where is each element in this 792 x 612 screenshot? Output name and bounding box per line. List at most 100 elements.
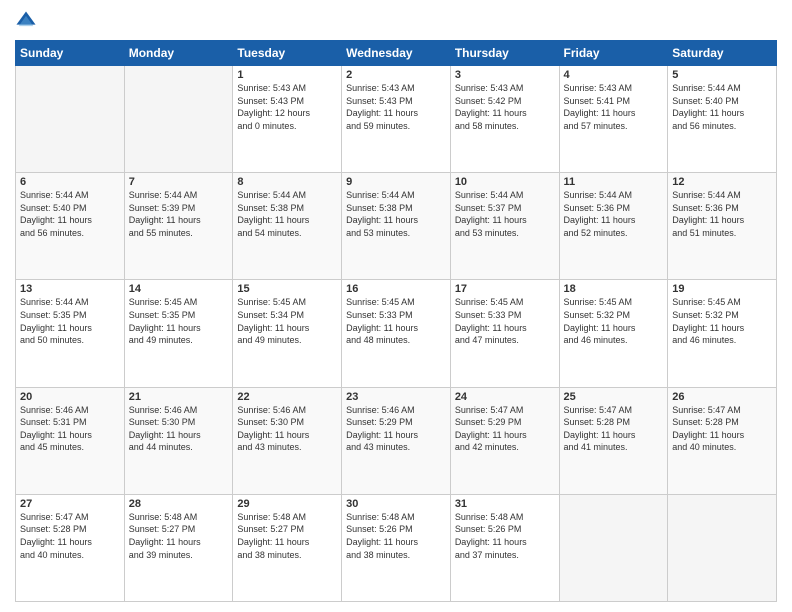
calendar-cell: 29Sunrise: 5:48 AM Sunset: 5:27 PM Dayli…	[233, 494, 342, 601]
day-number: 11	[564, 176, 664, 188]
calendar-cell	[124, 66, 233, 173]
day-number: 20	[20, 391, 120, 403]
day-info: Sunrise: 5:44 AM Sunset: 5:38 PM Dayligh…	[346, 189, 446, 239]
day-info: Sunrise: 5:45 AM Sunset: 5:34 PM Dayligh…	[237, 296, 337, 346]
logo-icon	[15, 10, 37, 32]
day-info: Sunrise: 5:44 AM Sunset: 5:36 PM Dayligh…	[564, 189, 664, 239]
day-info: Sunrise: 5:45 AM Sunset: 5:35 PM Dayligh…	[129, 296, 229, 346]
header-row: SundayMondayTuesdayWednesdayThursdayFrid…	[16, 41, 777, 66]
calendar-cell: 7Sunrise: 5:44 AM Sunset: 5:39 PM Daylig…	[124, 173, 233, 280]
day-number: 25	[564, 391, 664, 403]
calendar-cell: 1Sunrise: 5:43 AM Sunset: 5:43 PM Daylig…	[233, 66, 342, 173]
day-number: 16	[346, 283, 446, 295]
logo	[15, 10, 41, 32]
calendar-cell: 19Sunrise: 5:45 AM Sunset: 5:32 PM Dayli…	[668, 280, 777, 387]
day-number: 1	[237, 69, 337, 81]
day-info: Sunrise: 5:44 AM Sunset: 5:38 PM Dayligh…	[237, 189, 337, 239]
calendar-cell: 18Sunrise: 5:45 AM Sunset: 5:32 PM Dayli…	[559, 280, 668, 387]
calendar-cell: 11Sunrise: 5:44 AM Sunset: 5:36 PM Dayli…	[559, 173, 668, 280]
calendar-table: SundayMondayTuesdayWednesdayThursdayFrid…	[15, 40, 777, 602]
day-info: Sunrise: 5:45 AM Sunset: 5:33 PM Dayligh…	[455, 296, 555, 346]
day-number: 3	[455, 69, 555, 81]
day-info: Sunrise: 5:47 AM Sunset: 5:28 PM Dayligh…	[20, 511, 120, 561]
day-info: Sunrise: 5:46 AM Sunset: 5:29 PM Dayligh…	[346, 404, 446, 454]
calendar-cell: 26Sunrise: 5:47 AM Sunset: 5:28 PM Dayli…	[668, 387, 777, 494]
header-day-monday: Monday	[124, 41, 233, 66]
day-info: Sunrise: 5:44 AM Sunset: 5:40 PM Dayligh…	[672, 82, 772, 132]
day-info: Sunrise: 5:43 AM Sunset: 5:43 PM Dayligh…	[346, 82, 446, 132]
header-day-saturday: Saturday	[668, 41, 777, 66]
calendar-cell	[559, 494, 668, 601]
calendar-cell: 9Sunrise: 5:44 AM Sunset: 5:38 PM Daylig…	[342, 173, 451, 280]
header	[15, 10, 777, 32]
day-number: 26	[672, 391, 772, 403]
calendar-cell: 23Sunrise: 5:46 AM Sunset: 5:29 PM Dayli…	[342, 387, 451, 494]
day-number: 4	[564, 69, 664, 81]
day-number: 9	[346, 176, 446, 188]
day-number: 27	[20, 498, 120, 510]
calendar-cell: 14Sunrise: 5:45 AM Sunset: 5:35 PM Dayli…	[124, 280, 233, 387]
page: SundayMondayTuesdayWednesdayThursdayFrid…	[0, 0, 792, 612]
day-info: Sunrise: 5:47 AM Sunset: 5:28 PM Dayligh…	[672, 404, 772, 454]
calendar-cell: 31Sunrise: 5:48 AM Sunset: 5:26 PM Dayli…	[450, 494, 559, 601]
day-number: 24	[455, 391, 555, 403]
header-day-friday: Friday	[559, 41, 668, 66]
calendar-cell: 13Sunrise: 5:44 AM Sunset: 5:35 PM Dayli…	[16, 280, 125, 387]
calendar-cell: 6Sunrise: 5:44 AM Sunset: 5:40 PM Daylig…	[16, 173, 125, 280]
calendar-cell: 3Sunrise: 5:43 AM Sunset: 5:42 PM Daylig…	[450, 66, 559, 173]
day-number: 21	[129, 391, 229, 403]
day-number: 28	[129, 498, 229, 510]
calendar-cell: 22Sunrise: 5:46 AM Sunset: 5:30 PM Dayli…	[233, 387, 342, 494]
day-number: 19	[672, 283, 772, 295]
week-row-3: 20Sunrise: 5:46 AM Sunset: 5:31 PM Dayli…	[16, 387, 777, 494]
day-info: Sunrise: 5:48 AM Sunset: 5:26 PM Dayligh…	[346, 511, 446, 561]
day-number: 29	[237, 498, 337, 510]
day-info: Sunrise: 5:48 AM Sunset: 5:27 PM Dayligh…	[129, 511, 229, 561]
calendar-cell: 2Sunrise: 5:43 AM Sunset: 5:43 PM Daylig…	[342, 66, 451, 173]
calendar-cell: 5Sunrise: 5:44 AM Sunset: 5:40 PM Daylig…	[668, 66, 777, 173]
day-info: Sunrise: 5:43 AM Sunset: 5:41 PM Dayligh…	[564, 82, 664, 132]
calendar-cell: 17Sunrise: 5:45 AM Sunset: 5:33 PM Dayli…	[450, 280, 559, 387]
day-info: Sunrise: 5:43 AM Sunset: 5:43 PM Dayligh…	[237, 82, 337, 132]
day-number: 7	[129, 176, 229, 188]
day-number: 2	[346, 69, 446, 81]
day-number: 12	[672, 176, 772, 188]
day-number: 6	[20, 176, 120, 188]
calendar-cell: 4Sunrise: 5:43 AM Sunset: 5:41 PM Daylig…	[559, 66, 668, 173]
day-info: Sunrise: 5:43 AM Sunset: 5:42 PM Dayligh…	[455, 82, 555, 132]
day-number: 14	[129, 283, 229, 295]
day-info: Sunrise: 5:44 AM Sunset: 5:39 PM Dayligh…	[129, 189, 229, 239]
day-number: 17	[455, 283, 555, 295]
day-info: Sunrise: 5:47 AM Sunset: 5:29 PM Dayligh…	[455, 404, 555, 454]
day-info: Sunrise: 5:46 AM Sunset: 5:30 PM Dayligh…	[237, 404, 337, 454]
day-info: Sunrise: 5:45 AM Sunset: 5:32 PM Dayligh…	[564, 296, 664, 346]
header-day-wednesday: Wednesday	[342, 41, 451, 66]
calendar-cell: 27Sunrise: 5:47 AM Sunset: 5:28 PM Dayli…	[16, 494, 125, 601]
day-number: 13	[20, 283, 120, 295]
calendar-cell	[16, 66, 125, 173]
day-number: 30	[346, 498, 446, 510]
day-number: 18	[564, 283, 664, 295]
calendar-cell: 24Sunrise: 5:47 AM Sunset: 5:29 PM Dayli…	[450, 387, 559, 494]
calendar-cell: 25Sunrise: 5:47 AM Sunset: 5:28 PM Dayli…	[559, 387, 668, 494]
day-number: 31	[455, 498, 555, 510]
day-number: 23	[346, 391, 446, 403]
day-number: 8	[237, 176, 337, 188]
day-info: Sunrise: 5:45 AM Sunset: 5:32 PM Dayligh…	[672, 296, 772, 346]
calendar-body: 1Sunrise: 5:43 AM Sunset: 5:43 PM Daylig…	[16, 66, 777, 602]
header-day-thursday: Thursday	[450, 41, 559, 66]
calendar-cell: 12Sunrise: 5:44 AM Sunset: 5:36 PM Dayli…	[668, 173, 777, 280]
header-day-tuesday: Tuesday	[233, 41, 342, 66]
calendar-cell: 20Sunrise: 5:46 AM Sunset: 5:31 PM Dayli…	[16, 387, 125, 494]
day-info: Sunrise: 5:46 AM Sunset: 5:31 PM Dayligh…	[20, 404, 120, 454]
day-info: Sunrise: 5:47 AM Sunset: 5:28 PM Dayligh…	[564, 404, 664, 454]
week-row-1: 6Sunrise: 5:44 AM Sunset: 5:40 PM Daylig…	[16, 173, 777, 280]
calendar-header: SundayMondayTuesdayWednesdayThursdayFrid…	[16, 41, 777, 66]
day-info: Sunrise: 5:44 AM Sunset: 5:37 PM Dayligh…	[455, 189, 555, 239]
calendar-cell: 16Sunrise: 5:45 AM Sunset: 5:33 PM Dayli…	[342, 280, 451, 387]
day-number: 5	[672, 69, 772, 81]
day-info: Sunrise: 5:45 AM Sunset: 5:33 PM Dayligh…	[346, 296, 446, 346]
day-info: Sunrise: 5:44 AM Sunset: 5:40 PM Dayligh…	[20, 189, 120, 239]
calendar-cell: 15Sunrise: 5:45 AM Sunset: 5:34 PM Dayli…	[233, 280, 342, 387]
header-day-sunday: Sunday	[16, 41, 125, 66]
